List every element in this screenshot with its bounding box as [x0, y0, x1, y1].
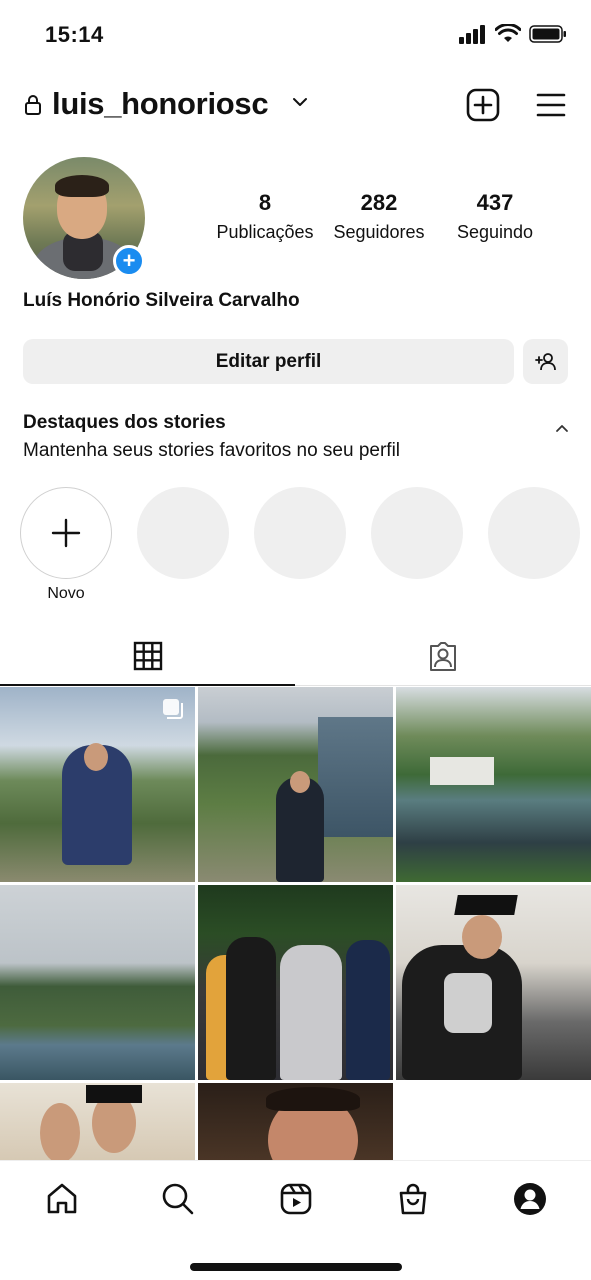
nav-profile[interactable]	[510, 1179, 550, 1219]
post-thumbnail[interactable]	[0, 1083, 195, 1160]
profile-header: luis_honoriosc	[0, 82, 591, 132]
highlight-placeholder	[371, 487, 463, 579]
wifi-icon	[495, 24, 521, 42]
chevron-down-icon[interactable]	[291, 96, 309, 108]
tagged-person-icon	[429, 642, 456, 671]
plus-icon	[51, 518, 81, 548]
post-thumbnail[interactable]	[0, 687, 195, 882]
highlight-placeholder	[254, 487, 346, 579]
highlight-placeholder	[488, 487, 580, 579]
highlights-title: Destaques dos stories	[23, 412, 226, 433]
cellular-signal-icon	[459, 25, 485, 44]
status-icons	[459, 24, 567, 44]
highlights-subtitle: Mantenha seus stories favoritos no seu p…	[23, 440, 401, 461]
new-highlight-label: Novo	[47, 585, 85, 602]
grid-icon	[133, 641, 162, 671]
username-title[interactable]: luis_honoriosc	[52, 86, 269, 122]
stat-value: 437	[476, 190, 514, 215]
battery-icon	[529, 25, 566, 43]
home-indicator[interactable]	[190, 1263, 402, 1271]
shop-icon	[399, 1183, 427, 1215]
tab-tagged[interactable]	[295, 628, 590, 686]
stat-posts[interactable]: 8 Publicações	[210, 190, 320, 243]
profile-stats: 8 Publicações 282 Seguidores 437 Seguind…	[200, 190, 560, 250]
discover-people-button[interactable]	[523, 339, 568, 384]
post-thumbnail[interactable]	[198, 1083, 393, 1160]
profile-full-name: Luís Honório Silveira Carvalho	[23, 290, 300, 311]
nav-search[interactable]	[158, 1179, 198, 1219]
status-bar: 15:14	[0, 0, 591, 70]
search-icon	[162, 1183, 194, 1215]
post-thumbnail[interactable]	[198, 885, 393, 1080]
stat-label: Publicações	[216, 222, 314, 242]
add-person-icon	[534, 352, 556, 370]
nav-reels[interactable]	[276, 1179, 316, 1219]
post-thumbnail[interactable]	[396, 885, 591, 1080]
post-thumbnail[interactable]	[0, 885, 195, 1080]
carousel-icon	[163, 699, 183, 719]
highlight-placeholder	[137, 487, 229, 579]
stat-following[interactable]: 437 Seguindo	[440, 190, 550, 243]
stat-followers[interactable]: 282 Seguidores	[324, 190, 434, 243]
stat-value: 8	[258, 190, 272, 215]
story-highlights-row: Novo	[0, 487, 591, 607]
menu-icon[interactable]	[536, 92, 566, 118]
nav-shop[interactable]	[393, 1179, 433, 1219]
create-post-icon[interactable]	[466, 88, 500, 122]
status-time: 15:14	[45, 22, 104, 47]
profile-icon	[514, 1183, 546, 1215]
stat-label: Seguindo	[456, 222, 534, 242]
bottom-navigation	[0, 1160, 591, 1280]
post-thumbnail[interactable]	[396, 687, 591, 882]
nav-home[interactable]	[42, 1179, 82, 1219]
post-thumbnail[interactable]	[198, 687, 393, 882]
stat-label: Seguidores	[333, 222, 425, 242]
new-highlight-button[interactable]	[20, 487, 112, 579]
chevron-up-icon[interactable]	[554, 422, 570, 434]
reels-icon	[280, 1183, 312, 1215]
profile-tabs	[0, 628, 591, 686]
edit-profile-button[interactable]: Editar perfil	[23, 339, 514, 384]
profile-avatar[interactable]: +	[23, 157, 145, 279]
stat-value: 282	[360, 190, 398, 215]
lock-icon	[25, 95, 41, 115]
home-icon	[47, 1183, 77, 1214]
tab-posts-grid[interactable]	[0, 628, 295, 686]
add-story-icon[interactable]: +	[113, 245, 145, 277]
